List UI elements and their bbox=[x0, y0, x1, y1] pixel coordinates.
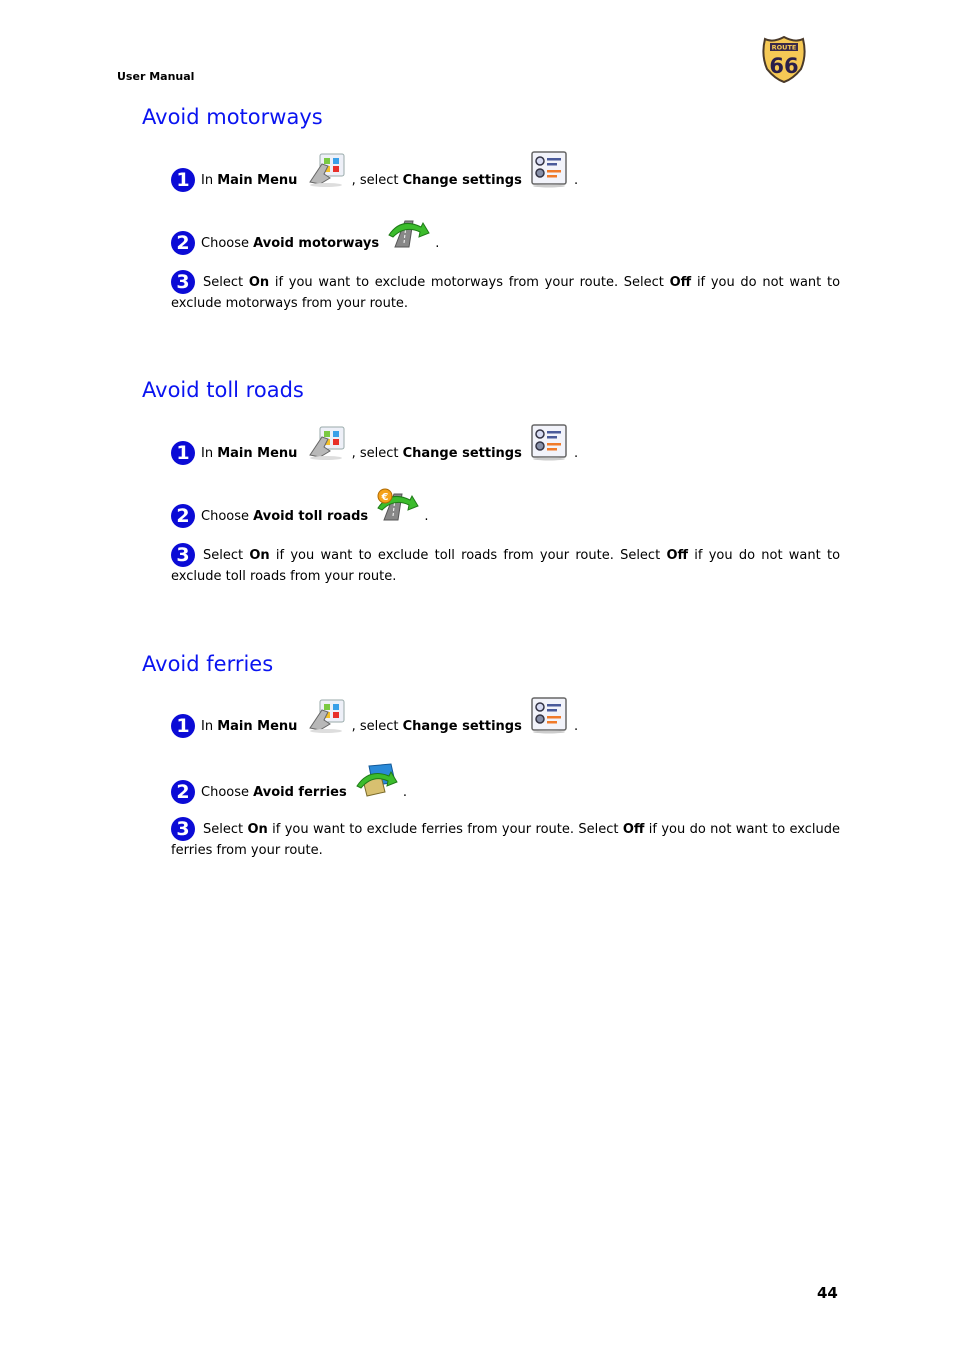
main-menu-label: Main Menu bbox=[217, 446, 298, 461]
off-label: Off bbox=[622, 822, 645, 837]
change-settings-label: Change settings bbox=[402, 173, 522, 188]
section-title-avoid-toll-roads: Avoid toll roads bbox=[142, 378, 304, 402]
on-label: On bbox=[247, 822, 268, 837]
step-text: Select bbox=[203, 822, 244, 837]
step-number-3: 3 bbox=[171, 543, 195, 567]
step-text: if you want to exclude motorways from yo… bbox=[274, 275, 664, 290]
step-number-2: 2 bbox=[171, 231, 195, 255]
step-2-toll-roads: 2 Choose Avoid toll roads €. bbox=[171, 488, 428, 528]
step-number-1: 1 bbox=[171, 441, 195, 465]
page-number: 44 bbox=[817, 1284, 838, 1302]
step-text: if you want to exclude ferries from your… bbox=[272, 822, 619, 837]
avoid-toll-roads-icon: € bbox=[377, 488, 419, 521]
off-label: Off bbox=[666, 548, 689, 563]
avoid-motorways-label: Avoid motorways bbox=[253, 236, 380, 251]
document-header-label: User Manual bbox=[117, 70, 195, 83]
avoid-ferries-icon bbox=[356, 763, 398, 797]
period: . bbox=[573, 173, 579, 188]
change-settings-icon bbox=[531, 697, 567, 734]
avoid-ferries-label: Avoid ferries bbox=[253, 785, 347, 800]
step-text: In bbox=[201, 719, 214, 734]
step-text: if you want to exclude toll roads from y… bbox=[275, 548, 661, 563]
step-text: , select bbox=[351, 173, 399, 188]
step-number-1: 1 bbox=[171, 714, 195, 738]
step-number-3: 3 bbox=[171, 270, 195, 294]
step-3-motorways: 3 Select On if you want to exclude motorw… bbox=[171, 270, 840, 314]
main-menu-icon bbox=[309, 153, 345, 188]
step-text: Choose bbox=[201, 785, 249, 800]
step-number-3: 3 bbox=[171, 817, 195, 841]
main-menu-icon bbox=[309, 699, 345, 734]
step-2-ferries: 2 Choose Avoid ferries . bbox=[171, 762, 407, 804]
step-1-motorways: 1 In Main Menu , select Change settings . bbox=[171, 150, 578, 192]
on-label: On bbox=[248, 275, 270, 290]
period: . bbox=[573, 719, 579, 734]
change-settings-label: Change settings bbox=[402, 446, 522, 461]
period: . bbox=[435, 236, 440, 251]
route66-logo: ROUTE 66 bbox=[762, 35, 806, 83]
step-1-ferries: 1 In Main Menu , select Change settings . bbox=[171, 696, 578, 738]
svg-text:€: € bbox=[381, 492, 389, 503]
off-label: Off bbox=[669, 275, 692, 290]
period: . bbox=[424, 509, 429, 524]
step-text: In bbox=[201, 446, 214, 461]
period: . bbox=[402, 785, 408, 800]
step-text: In bbox=[201, 173, 214, 188]
step-text: Select bbox=[203, 548, 244, 563]
step-text: Choose bbox=[201, 236, 249, 251]
step-3-toll-roads: 3 Select On if you want to exclude toll r… bbox=[171, 543, 840, 587]
change-settings-icon bbox=[531, 151, 567, 188]
change-settings-label: Change settings bbox=[402, 719, 522, 734]
avoid-motorways-icon bbox=[388, 220, 430, 248]
period: . bbox=[573, 446, 579, 461]
step-number-2: 2 bbox=[171, 780, 195, 804]
logo-route-text: ROUTE bbox=[772, 44, 797, 52]
change-settings-icon bbox=[531, 424, 567, 461]
avoid-toll-roads-label: Avoid toll roads bbox=[253, 509, 369, 524]
step-number-1: 1 bbox=[171, 168, 195, 192]
section-title-avoid-ferries: Avoid ferries bbox=[142, 652, 274, 676]
step-text: , select bbox=[351, 446, 399, 461]
step-3-ferries: 3 Select On if you want to exclude ferrie… bbox=[171, 817, 840, 861]
step-text: , select bbox=[351, 719, 399, 734]
on-label: On bbox=[249, 548, 270, 563]
step-1-toll-roads: 1 In Main Menu , select Change settings . bbox=[171, 423, 578, 465]
step-text: Select bbox=[203, 275, 244, 290]
main-menu-icon bbox=[309, 426, 345, 461]
step-number-2: 2 bbox=[171, 504, 195, 528]
logo-number-text: 66 bbox=[769, 54, 798, 78]
main-menu-label: Main Menu bbox=[217, 173, 298, 188]
main-menu-label: Main Menu bbox=[217, 719, 298, 734]
step-2-motorways: 2 Choose Avoid motorways . bbox=[171, 215, 439, 255]
section-title-avoid-motorways: Avoid motorways bbox=[142, 105, 323, 129]
step-text: Choose bbox=[201, 509, 249, 524]
